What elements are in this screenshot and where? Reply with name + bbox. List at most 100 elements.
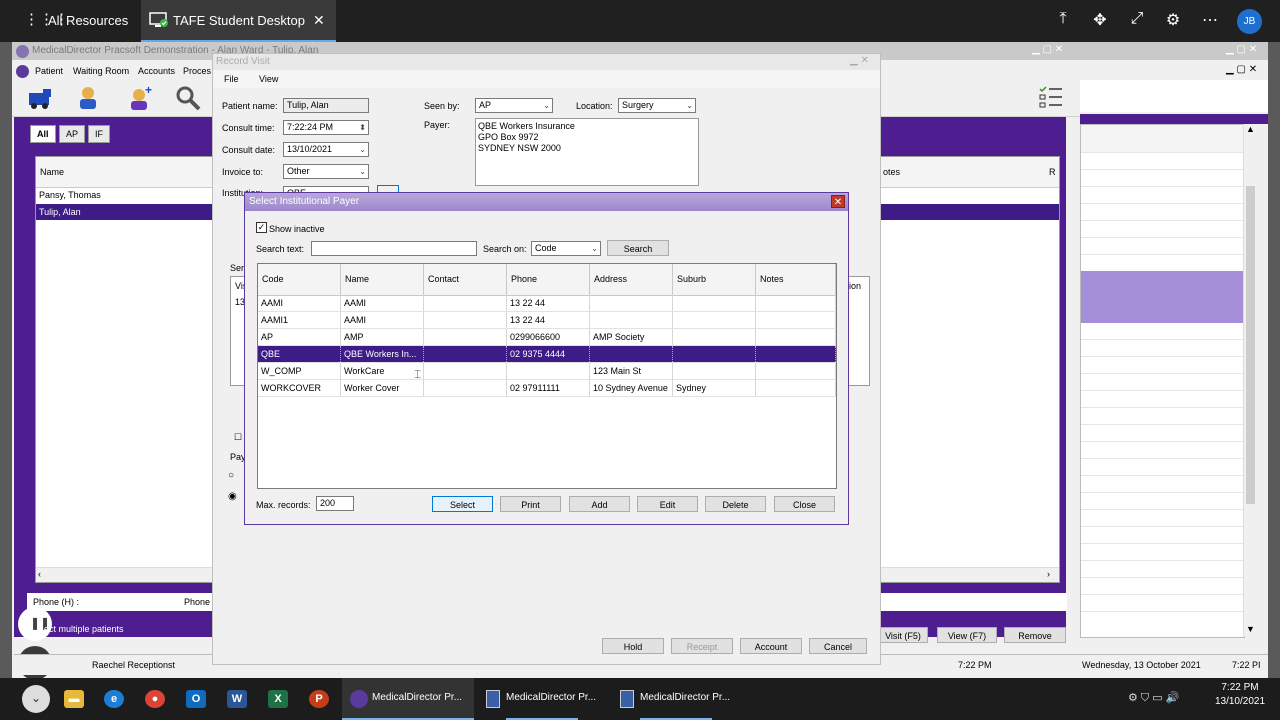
list-item[interactable] (1081, 476, 1244, 493)
list-item[interactable] (1081, 170, 1244, 187)
edit-button[interactable]: Edit (637, 496, 698, 512)
list-item[interactable] (1081, 544, 1244, 561)
patient-row[interactable]: Pansy, Thomas (36, 187, 212, 203)
column-suburb[interactable]: Suburb (673, 264, 756, 295)
tab-tafe-student-desktop[interactable]: TAFE Student Desktop ✕ (141, 0, 336, 42)
payer-address-box[interactable]: QBE Workers Insurance GPO Box 9972 SYDNE… (475, 118, 699, 186)
checklist-icon[interactable] (1038, 84, 1064, 110)
chrome-browser-icon[interactable]: ● (145, 690, 165, 708)
menu-waiting-room[interactable]: Waiting Room (73, 66, 129, 76)
settings-gear-icon[interactable]: ⚙ (1162, 10, 1184, 30)
search-text-input[interactable] (311, 241, 477, 256)
search-patient-icon[interactable] (174, 84, 202, 112)
column-phone[interactable]: Phone (507, 264, 590, 295)
column-address[interactable]: Address (590, 264, 673, 295)
list-item[interactable] (1081, 442, 1244, 459)
tab-ap[interactable]: AP (59, 125, 86, 143)
receipt-button[interactable]: Receipt (671, 638, 733, 654)
column-contact[interactable]: Contact (424, 264, 507, 295)
menu-process[interactable]: Proces (183, 66, 211, 76)
column-notes[interactable]: Notes (756, 264, 836, 295)
receptionist-icon[interactable] (74, 84, 102, 112)
list-item[interactable] (1081, 357, 1244, 374)
list-item[interactable] (1081, 408, 1244, 425)
search-on-select[interactable]: Code ⌄ (531, 241, 601, 256)
list-item[interactable] (1081, 561, 1244, 578)
excel-icon[interactable]: X (268, 690, 288, 708)
column-name[interactable]: Name (341, 264, 424, 295)
app-grid-icon[interactable]: ⋮⋮⋮ (24, 12, 69, 28)
patient-name-field[interactable]: Tulip, Alan (283, 98, 369, 113)
list-item[interactable] (1081, 578, 1244, 595)
payer-row[interactable]: WORKCOVER Worker Cover 02 97911111 10 Sydne… (258, 380, 836, 397)
list-item[interactable] (1081, 510, 1244, 527)
list-item[interactable] (1081, 595, 1244, 612)
list-item[interactable] (1081, 374, 1244, 391)
scroll-down-icon[interactable]: ▼ (1246, 624, 1255, 634)
list-item-selected[interactable] (1081, 271, 1244, 323)
scroll-thumb[interactable] (1246, 186, 1255, 504)
record-visit-controls-icon[interactable]: ▁ ✕ (850, 55, 869, 66)
start-button[interactable]: ⌄ (22, 685, 50, 713)
scroll-up-icon[interactable]: ▲ (1246, 124, 1255, 134)
select-checkbox-icon[interactable]: ☐ (234, 432, 242, 443)
view-f7-button[interactable]: View (F7) (937, 627, 997, 643)
add-patient-icon[interactable]: + (126, 84, 154, 112)
column-code[interactable]: Code (258, 264, 341, 295)
more-options-icon[interactable]: ⋯ (1199, 10, 1221, 30)
payer-row[interactable]: AP AMP 0299066600 AMP Society (258, 329, 836, 346)
list-item[interactable] (1081, 204, 1244, 221)
list-item[interactable] (1081, 238, 1244, 255)
word-icon[interactable]: W (227, 690, 247, 708)
scroll-right-icon[interactable]: › (1047, 569, 1050, 579)
hold-button[interactable]: Hold (602, 638, 664, 654)
chevron-down-icon[interactable]: ⌄ (686, 99, 693, 112)
add-button[interactable]: Add (569, 496, 630, 512)
fullscreen-icon[interactable]: ⤢ (1126, 10, 1148, 28)
list-item[interactable] (1081, 323, 1244, 340)
cancel-button[interactable]: Cancel (809, 638, 867, 654)
list-item[interactable] (1081, 221, 1244, 238)
search-button[interactable]: Search (607, 240, 669, 256)
account-button[interactable]: Account (740, 638, 802, 654)
location-select[interactable]: Surgery ⌄ (618, 98, 696, 113)
file-explorer-icon[interactable]: ▬ (64, 690, 84, 708)
taskbar-item-medicaldirector-1[interactable]: MedicalDirector Pr... (342, 678, 474, 720)
select-button[interactable]: Select (432, 496, 493, 512)
chevron-down-icon[interactable]: ⌄ (359, 143, 366, 156)
patient-row-selected[interactable]: Tulip, Alan (36, 204, 212, 220)
user-avatar[interactable]: JB (1237, 9, 1262, 34)
payer-row[interactable]: AAMI AAMI 13 22 44 (258, 295, 836, 312)
system-tray-icons[interactable]: ⚙ ⛉ ▭ 🔊 (1128, 691, 1179, 705)
show-inactive-checkbox[interactable]: ✓ (256, 222, 267, 233)
notes-header[interactable]: otes (883, 167, 900, 177)
upload-icon[interactable]: ⤒ (1052, 10, 1074, 28)
ambulance-icon[interactable] (26, 84, 54, 112)
consult-time-field[interactable]: 7:22:24 PM ⬍ (283, 120, 369, 135)
payer-row[interactable]: AAMI1 AAMI 13 22 44 (258, 312, 836, 329)
close-button[interactable]: Close (774, 496, 835, 512)
list-item[interactable] (1081, 187, 1244, 204)
tab-if[interactable]: IF (88, 125, 110, 143)
r-header[interactable]: R (1049, 167, 1056, 177)
print-button[interactable]: Print (500, 496, 561, 512)
patient-list-hscroll[interactable]: ‹ (36, 567, 212, 582)
menu-file[interactable]: File (224, 74, 239, 84)
menu-accounts[interactable]: Accounts (138, 66, 175, 76)
powerpoint-icon[interactable]: P (309, 690, 329, 708)
invoice-to-select[interactable]: Other ⌄ (283, 164, 369, 179)
taskbar-item-medicaldirector-3[interactable]: MedicalDirector Pr... (610, 678, 742, 720)
close-tab-icon[interactable]: ✕ (313, 12, 325, 29)
seen-by-select[interactable]: AP ⌄ (475, 98, 553, 113)
visit-f5-button[interactable]: Visit (F5) (878, 627, 928, 643)
list-item[interactable] (1081, 425, 1244, 442)
all-resources-link[interactable]: All Resources (48, 13, 128, 28)
outlook-icon[interactable]: O (186, 690, 206, 708)
payment-radio-2-selected[interactable]: ◉ (228, 491, 237, 502)
max-records-input[interactable]: 200 (316, 496, 354, 511)
list-item[interactable] (1081, 527, 1244, 544)
delete-button[interactable]: Delete (705, 496, 766, 512)
pin-icon[interactable]: ✥ (1089, 10, 1111, 30)
edge-browser-icon[interactable]: e (104, 690, 124, 708)
remove-button[interactable]: Remove (1004, 627, 1066, 643)
